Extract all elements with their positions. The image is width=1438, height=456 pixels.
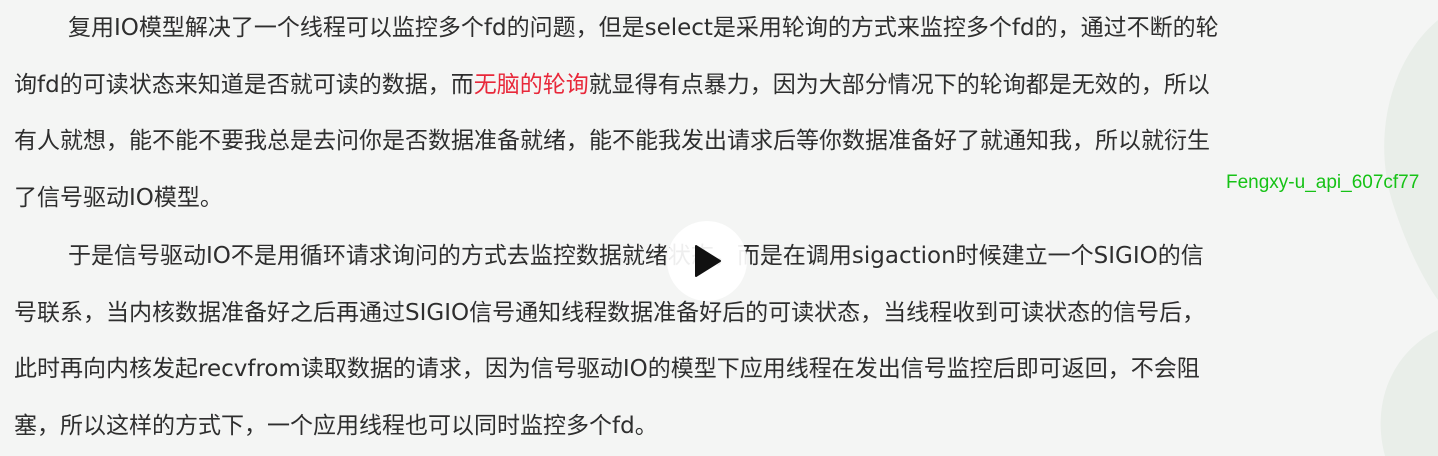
paragraph1-line4: 了信号驱动IO模型。	[14, 184, 223, 211]
user-watermark: Fengxy-u_api_607cf77	[1226, 172, 1420, 193]
paragraph1-line2-rest: 就显得有点暴力，因为大部分情况下的轮询都是无效的，所以	[588, 71, 1210, 98]
paragraph2-line3: 此时再向内核发起recvfrom读取数据的请求，因为信号驱动IO的模型下应用线程…	[14, 356, 1200, 382]
highlighted-text: 无脑的轮询	[473, 71, 589, 98]
paragraph1-line2: 询fd的可读状态来知道是否就可读的数据，而无脑的轮询就显得有点暴力，因为大部分情…	[14, 57, 1394, 114]
paragraph1-line2-text: 询fd的可读状态来知道是否就可读的数据，而	[14, 71, 474, 98]
video-play-button[interactable]	[667, 221, 747, 301]
paragraph-signal-driven-intro: 复用IO模型解决了一个线程可以监控多个fd的问题，但是select是采用轮询的方…	[14, 0, 1394, 226]
paragraph1-line1: 复用IO模型解决了一个线程可以监控多个fd的问题，但是select是采用轮询的方…	[68, 15, 1219, 41]
paragraph1-line3: 有人就想，能不能不要我总是去问你是否数据准备就绪，能不能我发出请求后等你数据准备…	[14, 128, 1210, 154]
paragraph2-line4: 塞，所以这样的方式下，一个应用线程也可以同时监控多个fd。	[14, 412, 658, 439]
play-icon	[695, 245, 721, 277]
